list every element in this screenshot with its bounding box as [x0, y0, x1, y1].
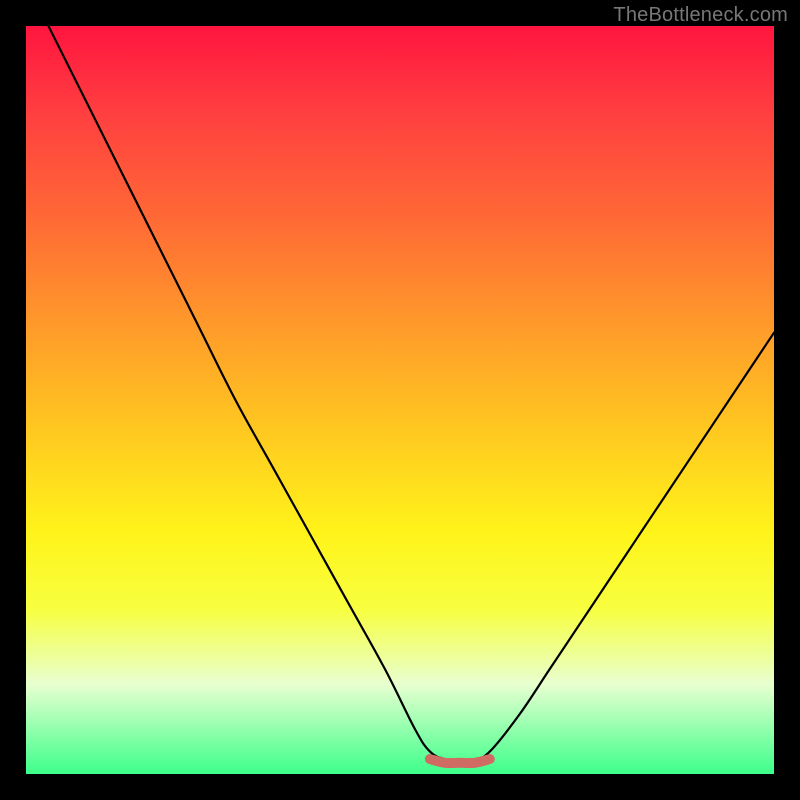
bottleneck-curve: [48, 26, 774, 760]
chart-frame: TheBottleneck.com: [0, 0, 800, 800]
watermark-text: TheBottleneck.com: [613, 4, 788, 27]
plot-area: [26, 26, 774, 774]
chart-svg: [26, 26, 774, 774]
flat-highlight: [430, 759, 490, 763]
